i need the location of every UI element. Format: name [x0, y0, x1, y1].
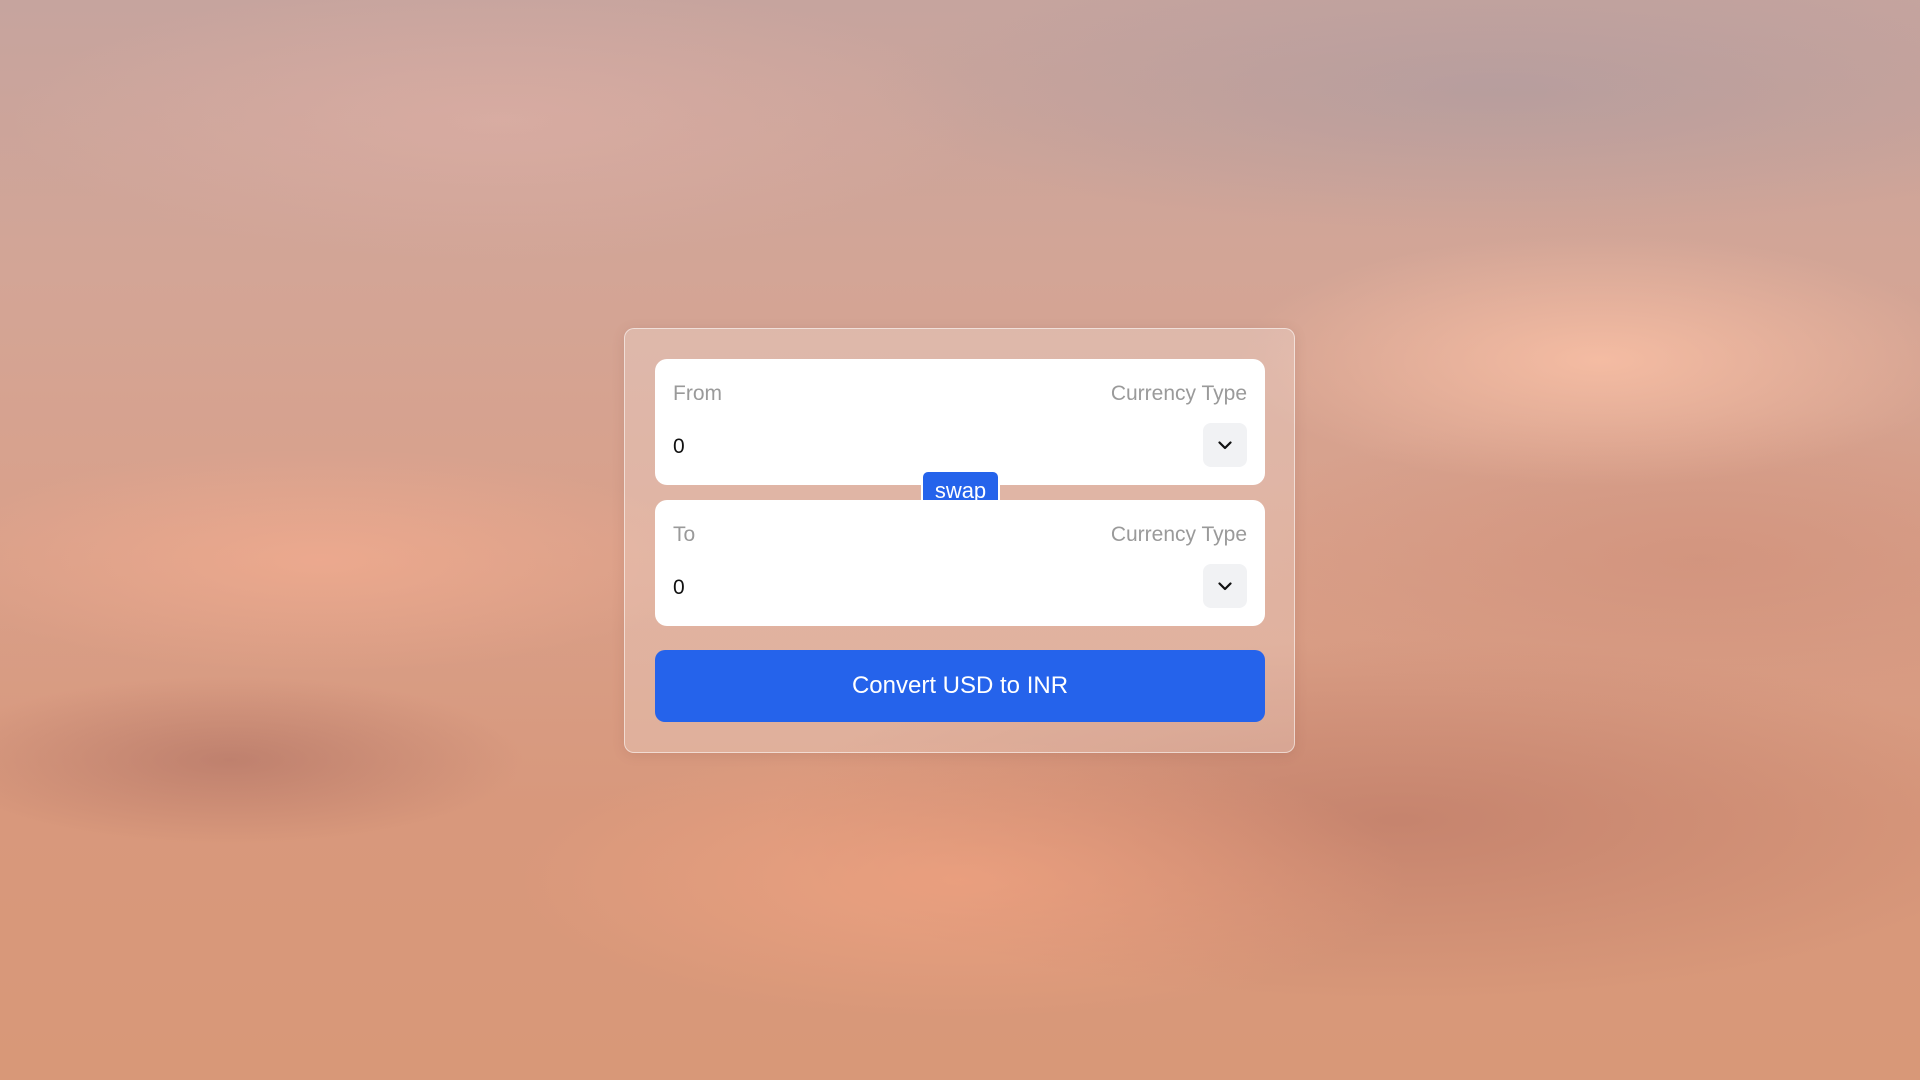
- from-field-box: From Currency Type: [655, 359, 1265, 485]
- chevron-down-icon: [1218, 581, 1232, 591]
- from-amount-input[interactable]: [673, 431, 1093, 463]
- to-label: To: [673, 523, 696, 546]
- to-currency-select[interactable]: [1203, 564, 1247, 608]
- from-currency-select[interactable]: [1203, 423, 1247, 467]
- convert-button[interactable]: Convert USD to INR: [655, 650, 1265, 722]
- from-currency-type-label: Currency Type: [1110, 382, 1247, 405]
- to-field-box: To Currency Type: [655, 500, 1265, 626]
- to-currency-type-label: Currency Type: [1110, 523, 1247, 546]
- currency-converter-card: From Currency Type swap To Currency Type…: [624, 328, 1295, 753]
- to-amount-input[interactable]: [673, 572, 1093, 604]
- from-label: From: [673, 382, 722, 405]
- chevron-down-icon: [1218, 440, 1232, 450]
